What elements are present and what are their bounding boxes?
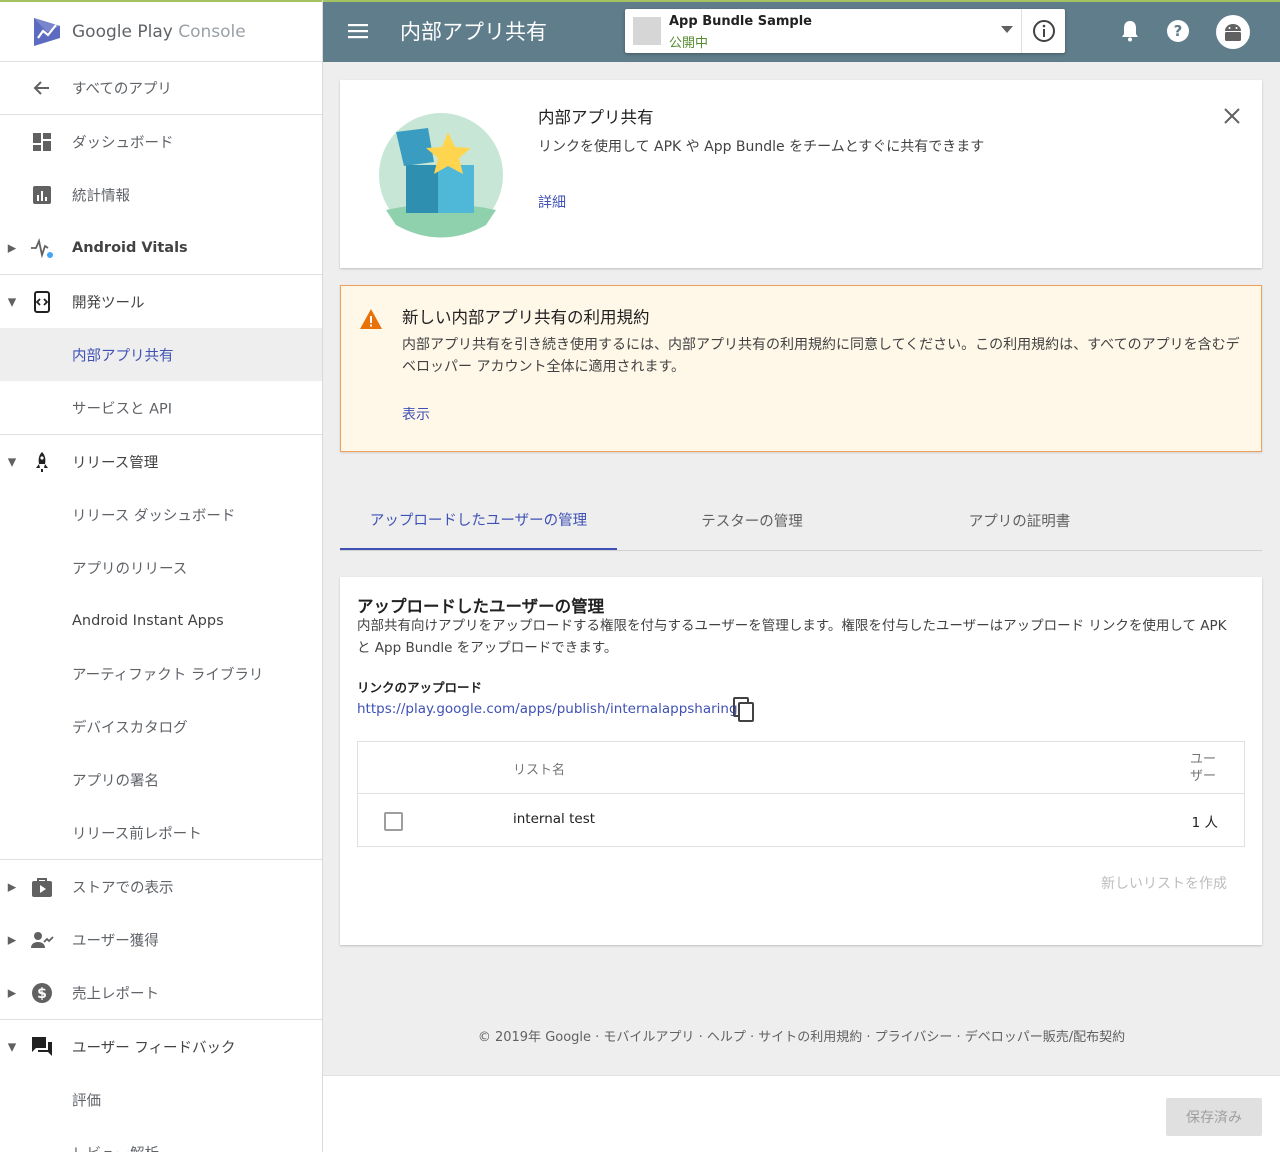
- info-icon: [1032, 20, 1055, 42]
- sidebar-item-app-releases[interactable]: アプリのリリース: [0, 541, 322, 594]
- account-button[interactable]: [1215, 14, 1251, 50]
- tab-bar: アップロードしたユーザーの管理 テスターの管理 アプリの証明書: [340, 490, 1262, 551]
- create-list-button[interactable]: 新しいリストを作成: [1101, 873, 1227, 893]
- sidebar-item-reviews-analysis[interactable]: レビュー解析: [0, 1126, 322, 1152]
- intro-title: 内部アプリ共有: [538, 108, 654, 127]
- svg-text:?: ?: [1174, 22, 1183, 40]
- table-row[interactable]: internal test 1 人: [358, 795, 1244, 847]
- intro-card: 内部アプリ共有 リンクを使用して APK や App Bundle をチームとす…: [340, 80, 1262, 268]
- tab-app-certificate[interactable]: アプリの証明書: [887, 490, 1152, 550]
- view-terms-link[interactable]: 表示: [402, 404, 430, 424]
- sidebar: Google Play Console すべてのアプリ ダッシュボード 統計情報…: [0, 0, 323, 1152]
- sidebar-item-services-api[interactable]: サービスと API: [0, 381, 322, 434]
- app-status: 公開中: [669, 36, 709, 51]
- upload-link-label: リンクのアップロード: [357, 680, 483, 695]
- bottom-action-bar: 保存済み: [323, 1075, 1280, 1152]
- sidebar-item-all-apps[interactable]: すべてのアプリ: [0, 62, 322, 114]
- play-console-logo-icon: [34, 17, 60, 46]
- caret-right-icon: ▶: [7, 986, 17, 999]
- help-icon: ?: [1167, 20, 1189, 42]
- rocket-icon: [30, 450, 54, 474]
- vitals-icon: [30, 236, 54, 260]
- sidebar-item-release-management[interactable]: ▼ リリース管理: [0, 435, 322, 488]
- notifications-button[interactable]: [1117, 18, 1143, 44]
- svg-text:$: $: [37, 986, 47, 1002]
- brand-name: Google Play Console: [72, 21, 246, 42]
- sidebar-item-user-feedback[interactable]: ▼ ユーザー フィードバック: [0, 1020, 322, 1073]
- sidebar-item-financial-reports[interactable]: ▶ $ 売上レポート: [0, 966, 322, 1019]
- column-users: ユーザー: [1189, 752, 1216, 784]
- saved-button[interactable]: 保存済み: [1166, 1098, 1262, 1136]
- copy-icon[interactable]: [732, 697, 756, 723]
- gift-box-illustration: [379, 113, 503, 238]
- sidebar-item-dashboard[interactable]: ダッシュボード: [0, 115, 322, 168]
- warning-icon: [360, 309, 382, 329]
- bell-icon: [1122, 21, 1138, 42]
- menu-icon[interactable]: [347, 20, 369, 42]
- sidebar-item-ratings[interactable]: 評価: [0, 1073, 322, 1126]
- caret-down-icon: ▼: [7, 455, 17, 468]
- sidebar-item-stats[interactable]: 統計情報: [0, 168, 322, 221]
- dashboard-icon: [30, 130, 54, 154]
- help-button[interactable]: ?: [1165, 18, 1191, 44]
- page-title: 内部アプリ共有: [400, 20, 547, 44]
- list-name-cell: internal test: [513, 811, 596, 827]
- sidebar-item-pre-launch-report[interactable]: リリース前レポート: [0, 806, 322, 859]
- sidebar-item-internal-app-sharing[interactable]: 内部アプリ共有: [0, 328, 322, 381]
- tab-manage-uploaders[interactable]: アップロードしたユーザーの管理: [340, 490, 617, 550]
- uploaders-card: アップロードしたユーザーの管理 内部共有向けアプリをアップロードする権限を付与す…: [340, 577, 1262, 945]
- warning-title: 新しい内部アプリ共有の利用規約: [402, 308, 650, 327]
- brand-logo[interactable]: Google Play Console: [0, 0, 322, 62]
- sidebar-item-app-signing[interactable]: アプリの署名: [0, 753, 322, 806]
- android-avatar-icon: [1216, 15, 1250, 49]
- dev-tools-icon: [30, 290, 54, 314]
- caret-right-icon: ▶: [7, 880, 17, 893]
- intro-description: リンクを使用して APK や App Bundle をチームとすぐに共有できます: [538, 139, 985, 155]
- dropdown-arrow-icon: [1001, 26, 1013, 33]
- caret-right-icon: ▶: [7, 241, 17, 254]
- sidebar-item-artifact-library[interactable]: アーティファクト ライブラリ: [0, 647, 322, 700]
- sidebar-item-user-acquisition[interactable]: ▶ ユーザー獲得: [0, 913, 322, 966]
- top-app-bar: 内部アプリ共有 App Bundle Sample 公開中 ?: [323, 0, 1280, 62]
- uploaders-description: 内部共有向けアプリをアップロードする権限を付与するユーザーを管理します。権限を付…: [357, 618, 1227, 656]
- store-icon: [30, 875, 54, 899]
- app-thumbnail: [633, 17, 661, 45]
- sidebar-item-store-presence[interactable]: ▶ ストアでの表示: [0, 860, 322, 913]
- lists-table: リスト名 ユーザー internal test 1 人: [357, 741, 1245, 847]
- tab-manage-testers[interactable]: テスターの管理: [617, 490, 887, 550]
- terms-warning-banner: 新しい内部アプリ共有の利用規約 内部アプリ共有を引き続き使用するには、内部アプリ…: [340, 285, 1262, 452]
- caret-down-icon: ▼: [7, 1040, 17, 1053]
- learn-more-link[interactable]: 詳細: [538, 192, 566, 212]
- warning-body: 内部アプリ共有を引き続き使用するには、内部アプリ共有の利用規約に同意してください…: [402, 337, 1240, 375]
- sidebar-item-instant-apps[interactable]: Android Instant Apps: [0, 594, 322, 647]
- close-icon[interactable]: [1222, 106, 1242, 126]
- uploaders-title: アップロードしたユーザーの管理: [357, 597, 605, 616]
- row-checkbox[interactable]: [384, 812, 403, 831]
- sidebar-item-dev-tools[interactable]: ▼ 開発ツール: [0, 275, 322, 328]
- app-name: App Bundle Sample: [669, 14, 812, 29]
- dollar-icon: $: [30, 981, 54, 1005]
- caret-down-icon: ▼: [7, 295, 17, 308]
- sidebar-item-device-catalog[interactable]: デバイスカタログ: [0, 700, 322, 753]
- app-info-button[interactable]: [1021, 9, 1065, 53]
- sidebar-item-android-vitals[interactable]: ▶ Android Vitals: [0, 221, 322, 274]
- app-selector[interactable]: App Bundle Sample 公開中: [625, 9, 1065, 53]
- sidebar-item-release-dashboard[interactable]: リリース ダッシュボード: [0, 488, 322, 541]
- column-list-name: リスト名: [513, 763, 566, 778]
- upload-link-url[interactable]: https://play.google.com/apps/publish/int…: [357, 701, 738, 717]
- feedback-icon: [30, 1035, 54, 1059]
- arrow-back-icon: [30, 76, 54, 100]
- list-users-cell: 1 人: [1191, 815, 1218, 831]
- acquisition-icon: [30, 928, 54, 952]
- caret-right-icon: ▶: [7, 933, 17, 946]
- footer-links: © 2019年 Google · モバイルアプリ · ヘルプ · サイトの利用規…: [477, 1030, 1126, 1045]
- stats-icon: [30, 183, 54, 207]
- table-header: リスト名 ユーザー: [358, 742, 1244, 794]
